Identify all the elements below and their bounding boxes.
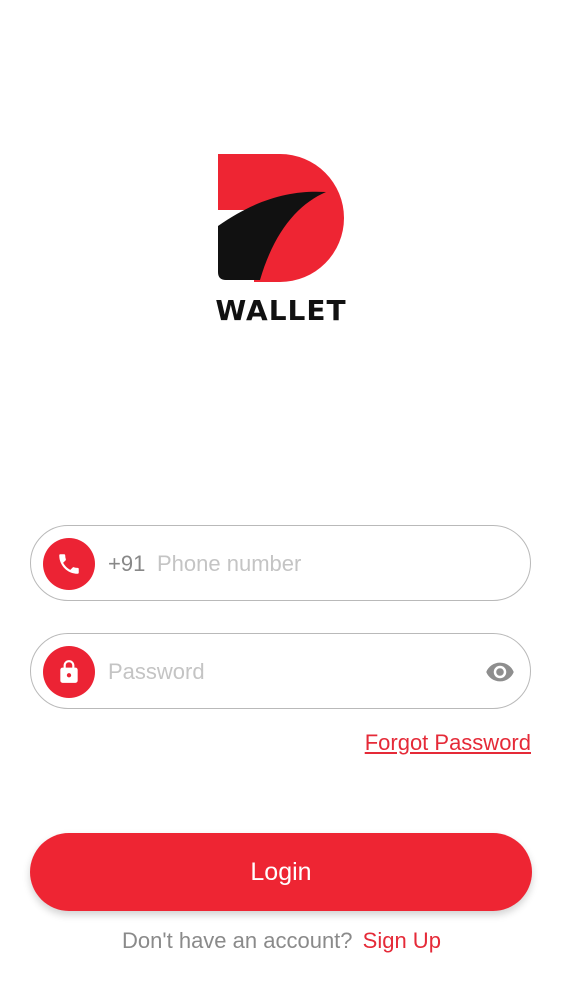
password-input[interactable] (108, 652, 478, 692)
country-code-prefix: +91 (108, 551, 146, 576)
login-button[interactable]: Login (30, 833, 532, 911)
signup-prompt: Don't have an account? (122, 928, 353, 953)
eye-icon[interactable] (484, 656, 516, 688)
phone-number-input[interactable] (157, 544, 497, 584)
phone-field[interactable]: +91 (30, 525, 531, 601)
signup-row: Don't have an account? Sign Up (0, 928, 563, 954)
forgot-password-link[interactable]: Forgot Password (365, 730, 531, 756)
app-logo: WALLET (214, 152, 348, 332)
d-logo-mark (218, 154, 344, 282)
signup-link[interactable]: Sign Up (363, 928, 441, 953)
phone-icon (43, 538, 95, 590)
logo-wordmark: WALLET (215, 294, 347, 327)
lock-icon (43, 646, 95, 698)
password-field[interactable] (30, 633, 531, 709)
